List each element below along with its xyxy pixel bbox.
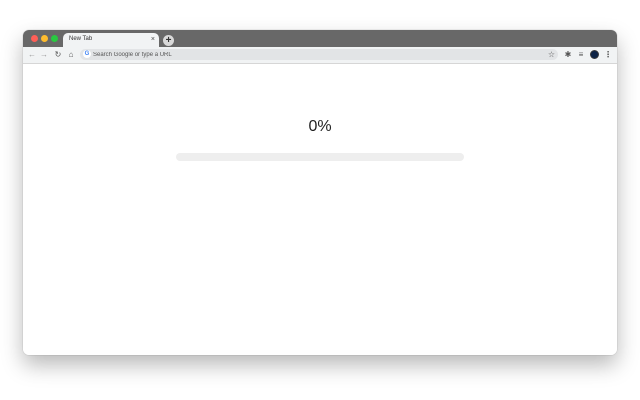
address-bar-input[interactable] [93, 49, 533, 60]
progress-percentage: 0% [308, 118, 332, 135]
media-queue-icon[interactable]: ≡ [576, 49, 586, 60]
tab-new-tab[interactable]: New Tab × [63, 33, 159, 48]
close-window-button[interactable] [31, 35, 38, 42]
tab-title: New Tab [69, 36, 93, 42]
omnibox[interactable]: G ☆ [80, 49, 558, 60]
minimize-window-button[interactable] [41, 35, 48, 42]
title-bar: New Tab × + [23, 30, 617, 48]
back-arrow-icon[interactable]: ← [27, 49, 37, 60]
profile-avatar[interactable] [590, 50, 599, 59]
page-content: 0% [23, 64, 617, 355]
progress-bar-track [176, 153, 464, 161]
extensions-puzzle-icon[interactable]: ✱ [563, 49, 573, 60]
toolbar: ← → ↻ ⌂ G ☆ ✱ ≡ ⋮ [23, 47, 617, 64]
google-icon: G [83, 50, 91, 58]
forward-arrow-icon[interactable]: → [39, 49, 49, 60]
browser-window: New Tab × + ← → ↻ ⌂ G ☆ ✱ ≡ ⋮ 0% [23, 30, 617, 355]
tab-close-icon[interactable]: × [151, 35, 155, 44]
reload-icon[interactable]: ↻ [53, 49, 63, 60]
home-icon[interactable]: ⌂ [66, 49, 76, 60]
maximize-window-button[interactable] [51, 35, 58, 42]
new-tab-button[interactable]: + [163, 35, 174, 46]
bookmark-star-icon[interactable]: ☆ [548, 49, 555, 60]
menu-kebab-icon[interactable]: ⋮ [603, 49, 613, 60]
